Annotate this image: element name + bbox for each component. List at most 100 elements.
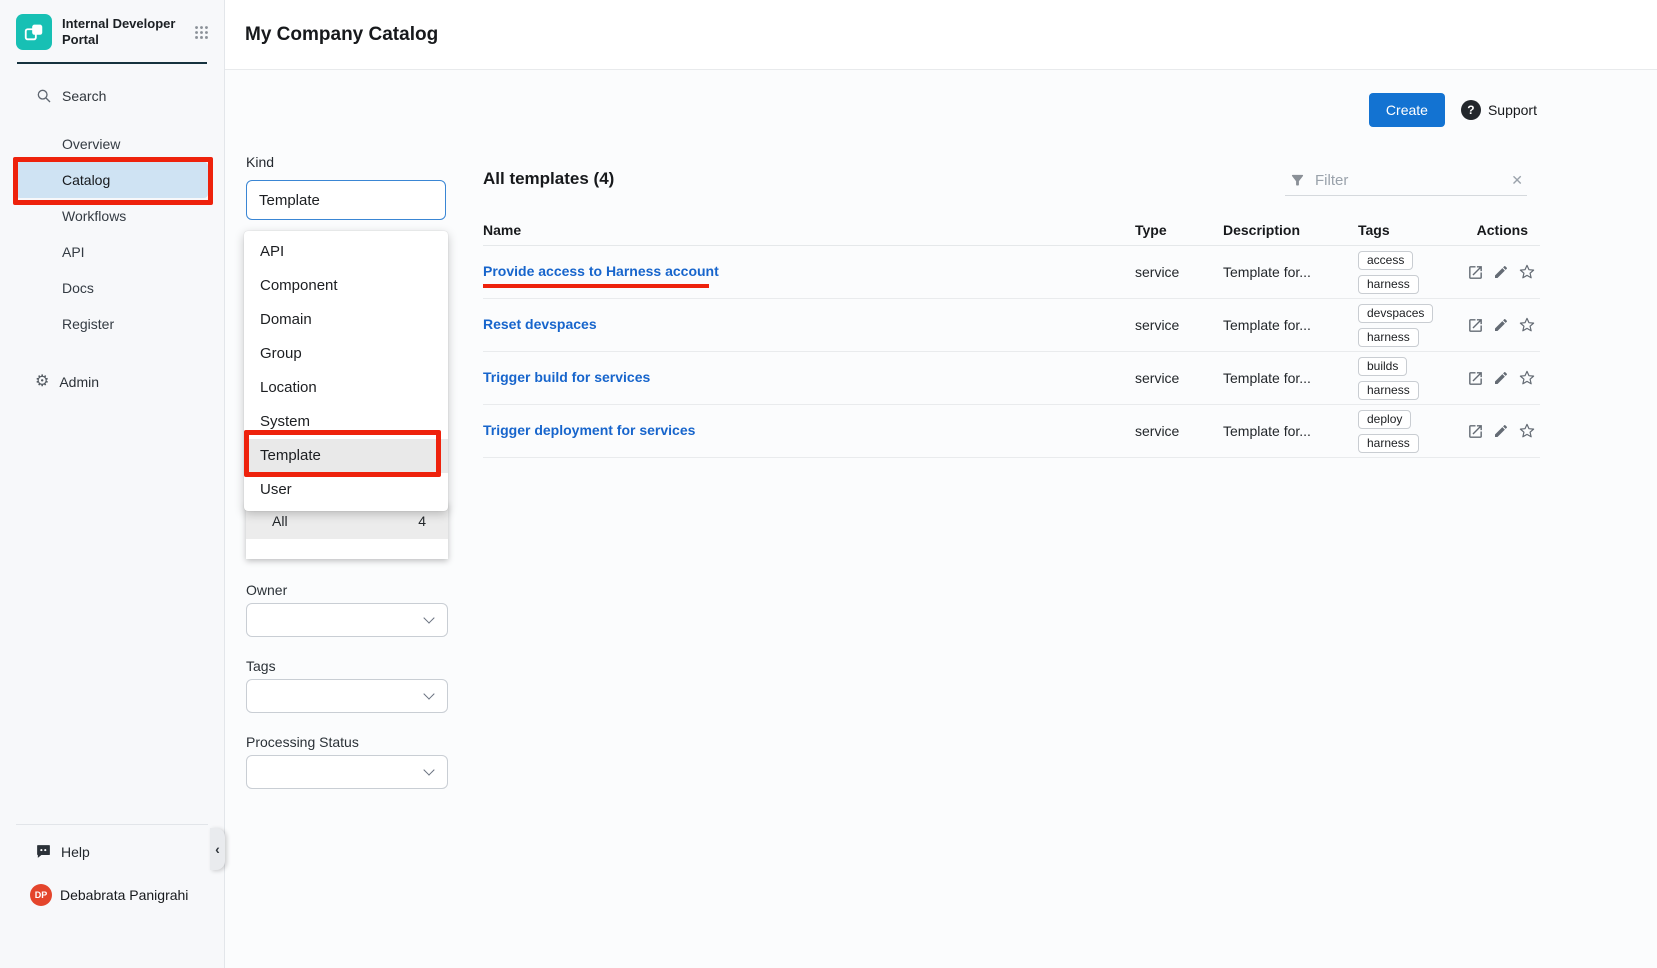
table-row: Trigger deployment for services service … bbox=[483, 405, 1540, 458]
avatar: DP bbox=[30, 884, 52, 906]
actions-cell bbox=[1467, 369, 1540, 387]
edit-icon[interactable] bbox=[1493, 264, 1509, 280]
tags-cell: accessharness bbox=[1358, 251, 1467, 294]
table-row: Reset devspaces service Template for... … bbox=[483, 299, 1540, 352]
open-in-new-icon[interactable] bbox=[1467, 317, 1484, 334]
sidebar-bottom: Help DP Debabrata Panigrahi bbox=[0, 824, 224, 968]
admin-label: Admin bbox=[59, 374, 99, 390]
star-icon[interactable] bbox=[1518, 316, 1536, 334]
star-icon[interactable] bbox=[1518, 422, 1536, 440]
kind-option-domain[interactable]: Domain bbox=[244, 303, 448, 337]
top-actions: Create ? Support bbox=[1369, 93, 1537, 127]
catalog-panel: All templates (4) Filter ✕ Name Type Des… bbox=[483, 165, 1540, 595]
name-cell: Trigger build for services bbox=[483, 369, 1135, 387]
edit-icon[interactable] bbox=[1493, 370, 1509, 386]
table-row: Trigger build for services service Templ… bbox=[483, 352, 1540, 405]
name-cell: Trigger deployment for services bbox=[483, 422, 1135, 440]
open-in-new-icon[interactable] bbox=[1467, 264, 1484, 281]
support-label: Support bbox=[1488, 102, 1537, 118]
table-header: Name Type Description Tags Actions bbox=[483, 215, 1540, 246]
kind-option-group[interactable]: Group bbox=[244, 337, 448, 371]
kind-option-api[interactable]: API bbox=[244, 235, 448, 269]
tag-harness: harness bbox=[1358, 328, 1419, 347]
kind-count-label: All bbox=[272, 513, 288, 529]
chat-bubble-icon bbox=[35, 843, 52, 860]
open-in-new-icon[interactable] bbox=[1467, 370, 1484, 387]
kind-option-location[interactable]: Location bbox=[244, 371, 448, 405]
column-header-actions: Actions bbox=[1467, 222, 1540, 238]
sidebar-nav: OverviewCatalogWorkflowsAPIDocsRegister bbox=[0, 126, 224, 342]
template-name-link[interactable]: Provide access to Harness account bbox=[483, 263, 719, 279]
sidebar-item-docs[interactable]: Docs bbox=[16, 270, 208, 306]
kind-option-component[interactable]: Component bbox=[244, 269, 448, 303]
kind-select[interactable]: Template bbox=[246, 180, 446, 220]
tags-cell: buildsharness bbox=[1358, 357, 1467, 400]
chevron-down-icon bbox=[423, 612, 434, 623]
main-content: Create ? Support Kind Template All 4 API… bbox=[225, 70, 1657, 968]
tag-harness: harness bbox=[1358, 275, 1419, 294]
user-profile[interactable]: DP Debabrata Panigrahi bbox=[0, 868, 224, 910]
kind-option-user[interactable]: User bbox=[244, 473, 448, 507]
page-header: My Company Catalog bbox=[225, 0, 1657, 70]
open-in-new-icon[interactable] bbox=[1467, 423, 1484, 440]
column-header-tags[interactable]: Tags bbox=[1358, 222, 1467, 238]
table-title: All templates (4) bbox=[483, 169, 614, 189]
table-filter-input[interactable]: Filter ✕ bbox=[1285, 165, 1527, 196]
type-cell: service bbox=[1135, 370, 1223, 386]
search-icon bbox=[36, 88, 52, 104]
owner-select[interactable] bbox=[246, 603, 448, 637]
clear-filter-icon[interactable]: ✕ bbox=[1511, 172, 1523, 189]
kind-option-template[interactable]: Template bbox=[244, 439, 448, 473]
user-name: Debabrata Panigrahi bbox=[60, 887, 188, 903]
description-cell: Template for... bbox=[1223, 264, 1358, 280]
tags-cell: devspacesharness bbox=[1358, 304, 1467, 347]
actions-cell bbox=[1467, 422, 1540, 440]
star-icon[interactable] bbox=[1518, 369, 1536, 387]
description-cell: Template for... bbox=[1223, 423, 1358, 439]
bottom-divider bbox=[16, 824, 208, 825]
chevron-left-icon: ‹ bbox=[215, 841, 220, 857]
sidebar-search[interactable]: Search bbox=[16, 80, 208, 112]
template-name-link[interactable]: Trigger build for services bbox=[483, 369, 650, 385]
help-button[interactable]: Help bbox=[0, 835, 224, 868]
sidebar-item-admin[interactable]: ⚙ Admin bbox=[16, 366, 208, 398]
create-button[interactable]: Create bbox=[1369, 93, 1445, 127]
sidebar-collapse-handle[interactable]: ‹ bbox=[210, 828, 225, 870]
apps-grid-icon[interactable] bbox=[193, 24, 210, 41]
question-mark-icon: ? bbox=[1461, 100, 1481, 120]
help-label: Help bbox=[61, 844, 90, 860]
column-header-name[interactable]: Name bbox=[483, 222, 1135, 238]
kind-count-value: 4 bbox=[418, 513, 426, 529]
sidebar-item-overview[interactable]: Overview bbox=[16, 126, 208, 162]
kind-option-system[interactable]: System bbox=[244, 405, 448, 439]
sidebar: Internal Developer Portal Search Overvie… bbox=[0, 0, 225, 968]
tag-deploy: deploy bbox=[1358, 410, 1411, 429]
idp-logo-icon bbox=[16, 14, 52, 50]
template-name-link[interactable]: Trigger deployment for services bbox=[483, 422, 695, 438]
star-icon[interactable] bbox=[1518, 263, 1536, 281]
type-cell: service bbox=[1135, 264, 1223, 280]
tags-filter-label: Tags bbox=[246, 658, 276, 674]
sidebar-item-api[interactable]: API bbox=[16, 234, 208, 270]
description-cell: Template for... bbox=[1223, 317, 1358, 333]
column-header-description[interactable]: Description bbox=[1223, 222, 1358, 238]
tags-select[interactable] bbox=[246, 679, 448, 713]
processing-status-select[interactable] bbox=[246, 755, 448, 789]
name-cell: Reset devspaces bbox=[483, 316, 1135, 334]
sidebar-item-register[interactable]: Register bbox=[16, 306, 208, 342]
table-row: Provide access to Harness account servic… bbox=[483, 246, 1540, 299]
template-name-link[interactable]: Reset devspaces bbox=[483, 316, 597, 332]
edit-icon[interactable] bbox=[1493, 317, 1509, 333]
tag-harness: harness bbox=[1358, 381, 1419, 400]
support-button[interactable]: ? Support bbox=[1461, 100, 1537, 120]
tags-cell: deployharness bbox=[1358, 410, 1467, 453]
sidebar-item-catalog[interactable]: Catalog bbox=[16, 162, 208, 198]
column-header-type[interactable]: Type bbox=[1135, 222, 1223, 238]
actions-cell bbox=[1467, 263, 1540, 281]
actions-cell bbox=[1467, 316, 1540, 334]
kind-filter-label: Kind bbox=[246, 154, 274, 170]
sidebar-item-workflows[interactable]: Workflows bbox=[16, 198, 208, 234]
type-cell: service bbox=[1135, 317, 1223, 333]
page-title: My Company Catalog bbox=[245, 24, 438, 46]
edit-icon[interactable] bbox=[1493, 423, 1509, 439]
